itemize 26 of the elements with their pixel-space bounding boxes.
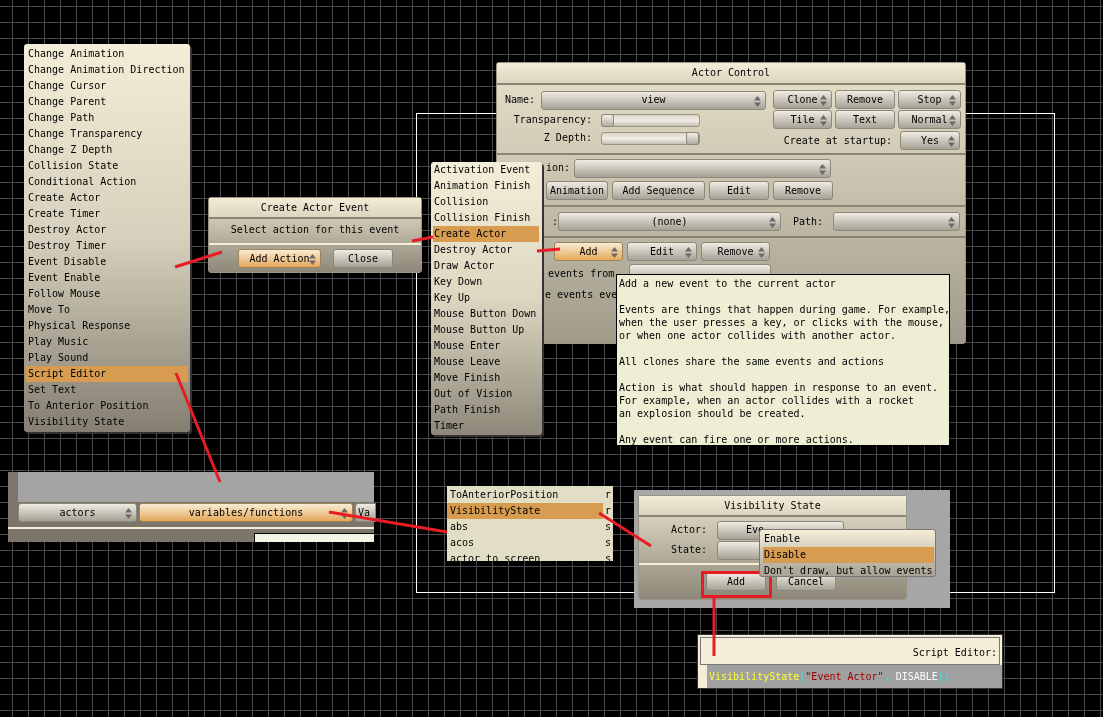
tooltip-text: Events are things that happen during game. For example, when the user presses a key, or clicks with the mouse, or when one actor collides with another actor. [619,303,947,342]
field-label: ion: [546,161,572,175]
field-label: Actor: [669,523,707,537]
field-label: Create at startup: [783,133,892,148]
list-cell-text: s [604,536,612,550]
field-label: events from [548,267,615,281]
window-title: Create Actor Event [209,198,421,219]
field-label: Transparency: [512,113,592,127]
list-cell-text: r [604,504,612,518]
panel-title: Script Editor: [912,646,997,660]
dialog-message: Select action for this event [230,223,400,237]
tooltip-text: Action is what should happen in response to an event. For example, when an actor collides with a rocket an explosion should be created. [619,381,940,420]
field-label: State: [669,543,707,557]
field-label: Z Depth: [542,131,592,145]
list-cell-text: s [604,520,612,534]
tooltip-text: All clones share the same events and actions [619,355,885,368]
window-title: Visibility State [639,496,906,517]
field-label: Name: [505,93,537,107]
field-label: : [552,214,558,229]
window-title: Actor Control [497,63,965,85]
code-line: VisibilityState("Event Actor", DISABLE); [709,669,950,684]
tooltip-text: Any event can fire one or more actions. [619,433,855,446]
field-label: e events eve [545,288,618,302]
tooltip-text: Add a new event to the current actor [619,277,837,290]
field-label: Path: [793,214,825,229]
list-cell-text: r [604,488,612,502]
